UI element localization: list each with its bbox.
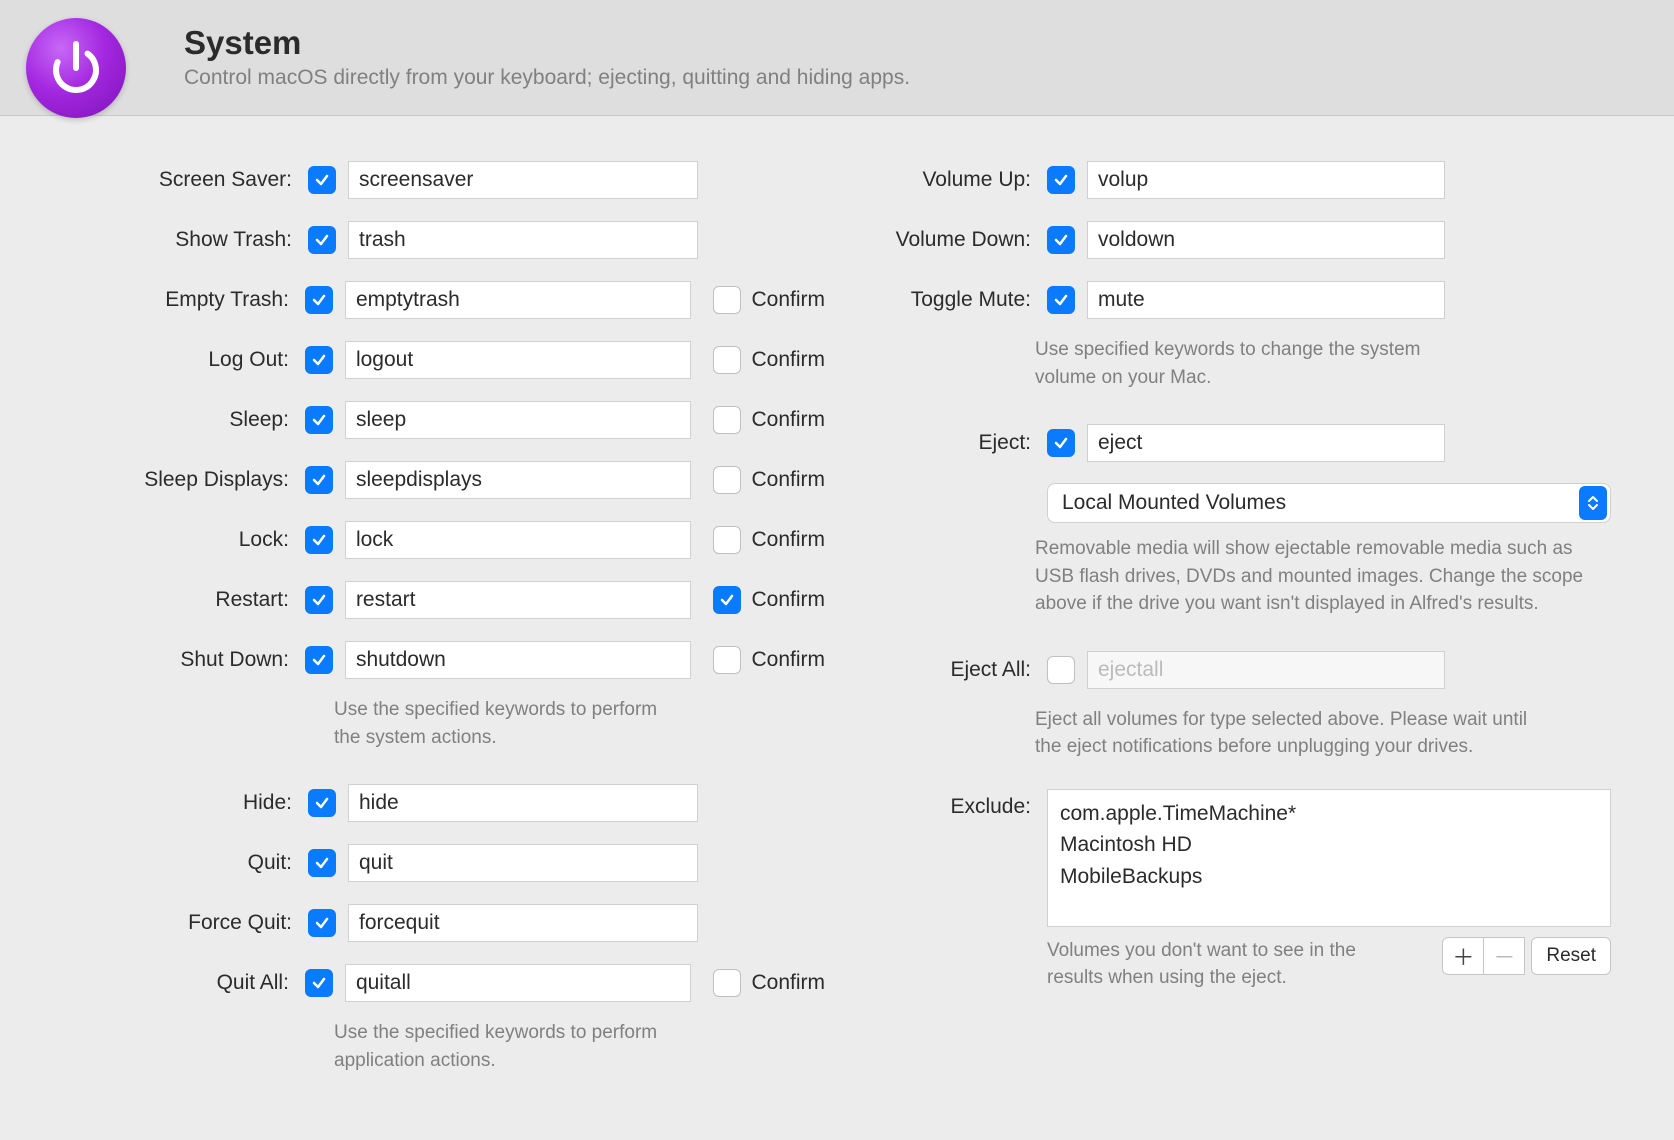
log-out-confirm-checkbox[interactable]: [713, 346, 741, 374]
confirm-label: Confirm: [751, 408, 825, 432]
page-subtitle: Control macOS directly from your keyboar…: [184, 66, 910, 90]
log-out-checkbox[interactable]: [305, 346, 333, 374]
page-title: System: [184, 25, 910, 61]
volume-hint: Use specified keywords to change the sys…: [1035, 336, 1435, 391]
reset-exclude-button[interactable]: Reset: [1531, 937, 1611, 975]
volume-up-keyword[interactable]: [1087, 161, 1445, 199]
force-quit-checkbox[interactable]: [308, 909, 336, 937]
exclude-item[interactable]: MobileBackups: [1060, 861, 1598, 893]
plus-icon: ＋: [1452, 940, 1474, 972]
sleep-keyword[interactable]: [345, 401, 692, 439]
confirm-label: Confirm: [751, 648, 825, 672]
restart-checkbox[interactable]: [305, 586, 333, 614]
chevron-up-down-icon: [1579, 486, 1607, 520]
application-actions-hint: Use the specified keywords to perform ap…: [334, 1019, 664, 1074]
eject-all-keyword[interactable]: [1087, 651, 1445, 689]
sleep-displays-keyword[interactable]: [345, 461, 692, 499]
sleep-label: Sleep:: [0, 408, 305, 432]
quit-all-confirm-checkbox[interactable]: [713, 969, 741, 997]
lock-checkbox[interactable]: [305, 526, 333, 554]
shut-down-label: Shut Down:: [0, 648, 305, 672]
header: System Control macOS directly from your …: [0, 0, 1674, 116]
hide-label: Hide:: [0, 791, 308, 815]
sleep-confirm-checkbox[interactable]: [713, 406, 741, 434]
volume-up-label: Volume Up:: [825, 168, 1047, 192]
lock-keyword[interactable]: [345, 521, 692, 559]
show-trash-label: Show Trash:: [0, 228, 308, 252]
eject-keyword[interactable]: [1087, 424, 1445, 462]
minus-icon: －: [1493, 940, 1515, 972]
toggle-mute-checkbox[interactable]: [1047, 286, 1075, 314]
restart-label: Restart:: [0, 588, 305, 612]
confirm-label: Confirm: [751, 468, 825, 492]
empty-trash-keyword[interactable]: [345, 281, 692, 319]
system-actions-hint: Use the specified keywords to perform th…: [334, 696, 664, 751]
screen-saver-label: Screen Saver:: [0, 168, 308, 192]
exclude-item[interactable]: com.apple.TimeMachine*: [1060, 798, 1598, 830]
remove-exclude-button[interactable]: －: [1483, 937, 1525, 975]
exclude-hint: Volumes you don't want to see in the res…: [1047, 937, 1417, 992]
eject-scope-select[interactable]: Local Mounted Volumes: [1047, 483, 1611, 523]
force-quit-label: Force Quit:: [0, 911, 308, 935]
screen-saver-keyword[interactable]: [348, 161, 698, 199]
eject-all-hint: Eject all volumes for type selected abov…: [1035, 706, 1545, 761]
restart-confirm-checkbox[interactable]: [713, 586, 741, 614]
quit-keyword[interactable]: [348, 844, 698, 882]
eject-label: Eject:: [825, 431, 1047, 455]
show-trash-checkbox[interactable]: [308, 226, 336, 254]
shut-down-confirm-checkbox[interactable]: [713, 646, 741, 674]
sleep-checkbox[interactable]: [305, 406, 333, 434]
force-quit-keyword[interactable]: [348, 904, 698, 942]
add-exclude-button[interactable]: ＋: [1442, 937, 1484, 975]
show-trash-keyword[interactable]: [348, 221, 698, 259]
quit-all-label: Quit All:: [0, 971, 305, 995]
eject-hint: Removable media will show ejectable remo…: [1035, 535, 1595, 618]
eject-all-label: Eject All:: [825, 658, 1047, 682]
eject-checkbox[interactable]: [1047, 429, 1075, 457]
volume-down-label: Volume Down:: [825, 228, 1047, 252]
quit-all-keyword[interactable]: [345, 964, 692, 1002]
confirm-label: Confirm: [751, 971, 825, 995]
toggle-mute-label: Toggle Mute:: [825, 288, 1047, 312]
volume-up-checkbox[interactable]: [1047, 166, 1075, 194]
sleep-displays-checkbox[interactable]: [305, 466, 333, 494]
lock-label: Lock:: [0, 528, 305, 552]
sleep-displays-confirm-checkbox[interactable]: [713, 466, 741, 494]
shut-down-keyword[interactable]: [345, 641, 692, 679]
exclude-list[interactable]: com.apple.TimeMachine* Macintosh HD Mobi…: [1047, 789, 1611, 927]
empty-trash-checkbox[interactable]: [305, 286, 333, 314]
confirm-label: Confirm: [751, 288, 825, 312]
confirm-label: Confirm: [751, 348, 825, 372]
volume-down-keyword[interactable]: [1087, 221, 1445, 259]
exclude-item[interactable]: Macintosh HD: [1060, 829, 1598, 861]
exclude-label: Exclude:: [825, 789, 1047, 819]
eject-all-checkbox[interactable]: [1047, 656, 1075, 684]
log-out-label: Log Out:: [0, 348, 305, 372]
quit-all-checkbox[interactable]: [305, 969, 333, 997]
sleep-displays-label: Sleep Displays:: [0, 468, 305, 492]
confirm-label: Confirm: [751, 528, 825, 552]
power-icon: [26, 18, 126, 118]
log-out-keyword[interactable]: [345, 341, 692, 379]
eject-scope-value: Local Mounted Volumes: [1062, 491, 1286, 515]
screen-saver-checkbox[interactable]: [308, 166, 336, 194]
empty-trash-confirm-checkbox[interactable]: [713, 286, 741, 314]
restart-keyword[interactable]: [345, 581, 692, 619]
shut-down-checkbox[interactable]: [305, 646, 333, 674]
lock-confirm-checkbox[interactable]: [713, 526, 741, 554]
volume-down-checkbox[interactable]: [1047, 226, 1075, 254]
empty-trash-label: Empty Trash:: [0, 288, 305, 312]
toggle-mute-keyword[interactable]: [1087, 281, 1445, 319]
quit-label: Quit:: [0, 851, 308, 875]
confirm-label: Confirm: [751, 588, 825, 612]
hide-keyword[interactable]: [348, 784, 698, 822]
quit-checkbox[interactable]: [308, 849, 336, 877]
hide-checkbox[interactable]: [308, 789, 336, 817]
